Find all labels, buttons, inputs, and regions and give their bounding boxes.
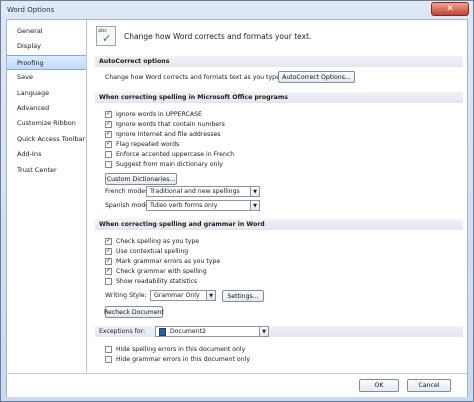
flag-repeated-checkbox[interactable]: ✓ [105, 140, 112, 148]
sidebar-item-display[interactable]: Display [7, 39, 86, 54]
sidebar-item-save[interactable]: Save [7, 70, 86, 85]
option-check-spelling[interactable]: ✓ Check spelling as you type [105, 236, 199, 246]
dialog-footer: OK Cancel [7, 373, 467, 397]
proofing-panel: abc ✓ Change how Word corrects and forma… [92, 20, 466, 372]
hide-grammar-errors-checkbox[interactable] [105, 355, 112, 363]
contextual-spelling-checkbox[interactable]: ✓ [105, 247, 112, 255]
sidebar-item-quick-access-toolbar[interactable]: Quick Access Toolbar [7, 132, 86, 147]
window-title: Word Options [7, 5, 55, 14]
dialog-body: General Display Proofing Save Language A… [6, 19, 468, 397]
exceptions-label: Exceptions for: [99, 328, 146, 335]
abc-check-icon: abc ✓ [96, 26, 116, 46]
autocorrect-label: Change how Word corrects and formats tex… [105, 74, 282, 81]
title-bar: Word Options ✕ [1, 1, 473, 18]
sidebar-item-advanced[interactable]: Advanced [7, 101, 86, 116]
option-mark-grammar[interactable]: ✓ Mark grammar errors as you type [105, 256, 220, 266]
option-hide-spelling-errors[interactable]: Hide spelling errors in this document on… [105, 344, 245, 354]
writing-style-select[interactable]: Grammar Only ▼ [150, 290, 216, 301]
close-button[interactable]: ✕ [431, 2, 469, 16]
sidebar: General Display Proofing Save Language A… [7, 20, 87, 372]
ok-button[interactable]: OK [359, 379, 399, 392]
ignore-numbers-checkbox[interactable]: ✓ [105, 120, 112, 128]
option-hide-grammar-errors[interactable]: Hide grammar errors in this document onl… [105, 354, 250, 364]
word-options-dialog: Word Options ✕ General Display Proofing … [0, 0, 474, 402]
exceptions-row: Exceptions for: [95, 326, 463, 337]
check-grammar-checkbox[interactable]: ✓ [105, 267, 112, 275]
section-autocorrect-options: AutoCorrect options [95, 56, 463, 67]
sidebar-item-trust-center[interactable]: Trust Center [7, 163, 86, 178]
mark-grammar-checkbox[interactable]: ✓ [105, 257, 112, 265]
ignore-internet-checkbox[interactable]: ✓ [105, 130, 112, 138]
word-document-icon [159, 327, 166, 336]
option-readability-stats[interactable]: Show readability statistics [105, 276, 197, 286]
custom-dictionaries-button[interactable]: Custom Dictionaries... [105, 173, 177, 185]
option-ignore-uppercase[interactable]: ✓ Ignore words in UPPERCASE [105, 109, 202, 119]
section-office-spelling: When correcting spelling in Microsoft Of… [95, 92, 463, 103]
option-ignore-internet[interactable]: ✓ Ignore Internet and file addresses [105, 129, 221, 139]
panel-header: abc ✓ Change how Word corrects and forma… [96, 26, 311, 46]
option-contextual-spelling[interactable]: ✓ Use contextual spelling [105, 246, 188, 256]
exceptions-document-select[interactable]: Document2 ▼ [155, 326, 269, 337]
option-check-grammar[interactable]: ✓ Check grammar with spelling [105, 266, 207, 276]
recheck-document-button[interactable]: Recheck Document [104, 306, 164, 318]
cancel-button[interactable]: Cancel [407, 379, 451, 392]
panel-description: Change how Word corrects and formats you… [124, 31, 312, 41]
french-modes-select[interactable]: Traditional and new spellings ▼ [146, 186, 260, 197]
french-modes-label: French modes: [105, 188, 151, 195]
settings-button[interactable]: Settings... [222, 290, 264, 302]
suggest-main-dict-checkbox[interactable] [105, 160, 112, 168]
autocorrect-options-button[interactable]: AutoCorrect Options... [278, 71, 355, 83]
chevron-down-icon[interactable]: ▼ [250, 187, 259, 196]
chevron-down-icon[interactable]: ▼ [250, 201, 259, 210]
check-spelling-checkbox[interactable]: ✓ [105, 237, 112, 245]
chevron-down-icon[interactable]: ▼ [206, 291, 215, 300]
hide-spelling-errors-checkbox[interactable] [105, 345, 112, 353]
ignore-uppercase-checkbox[interactable]: ✓ [105, 110, 112, 118]
option-enforce-french[interactable]: Enforce accented uppercase in French [105, 149, 234, 159]
spanish-modes-select[interactable]: Tuteo verb forms only ▼ [146, 200, 260, 211]
sidebar-item-add-ins[interactable]: Add-Ins [7, 147, 86, 162]
close-icon: ✕ [446, 4, 454, 14]
section-word-spelling-grammar: When correcting spelling and grammar in … [95, 219, 463, 230]
option-flag-repeated[interactable]: ✓ Flag repeated words [105, 139, 179, 149]
sidebar-item-proofing[interactable]: Proofing [7, 54, 86, 71]
sidebar-item-general[interactable]: General [7, 24, 86, 39]
enforce-french-checkbox[interactable] [105, 150, 112, 158]
readability-stats-checkbox[interactable] [105, 277, 112, 285]
chevron-down-icon[interactable]: ▼ [259, 327, 268, 336]
sidebar-item-customize-ribbon[interactable]: Customize Ribbon [7, 116, 86, 131]
option-ignore-numbers[interactable]: ✓ Ignore words that contain numbers [105, 119, 225, 129]
option-suggest-main-dict[interactable]: Suggest from main dictionary only [105, 159, 223, 169]
sidebar-item-language[interactable]: Language [7, 86, 86, 101]
writing-style-label: Writing Style: [105, 292, 147, 299]
